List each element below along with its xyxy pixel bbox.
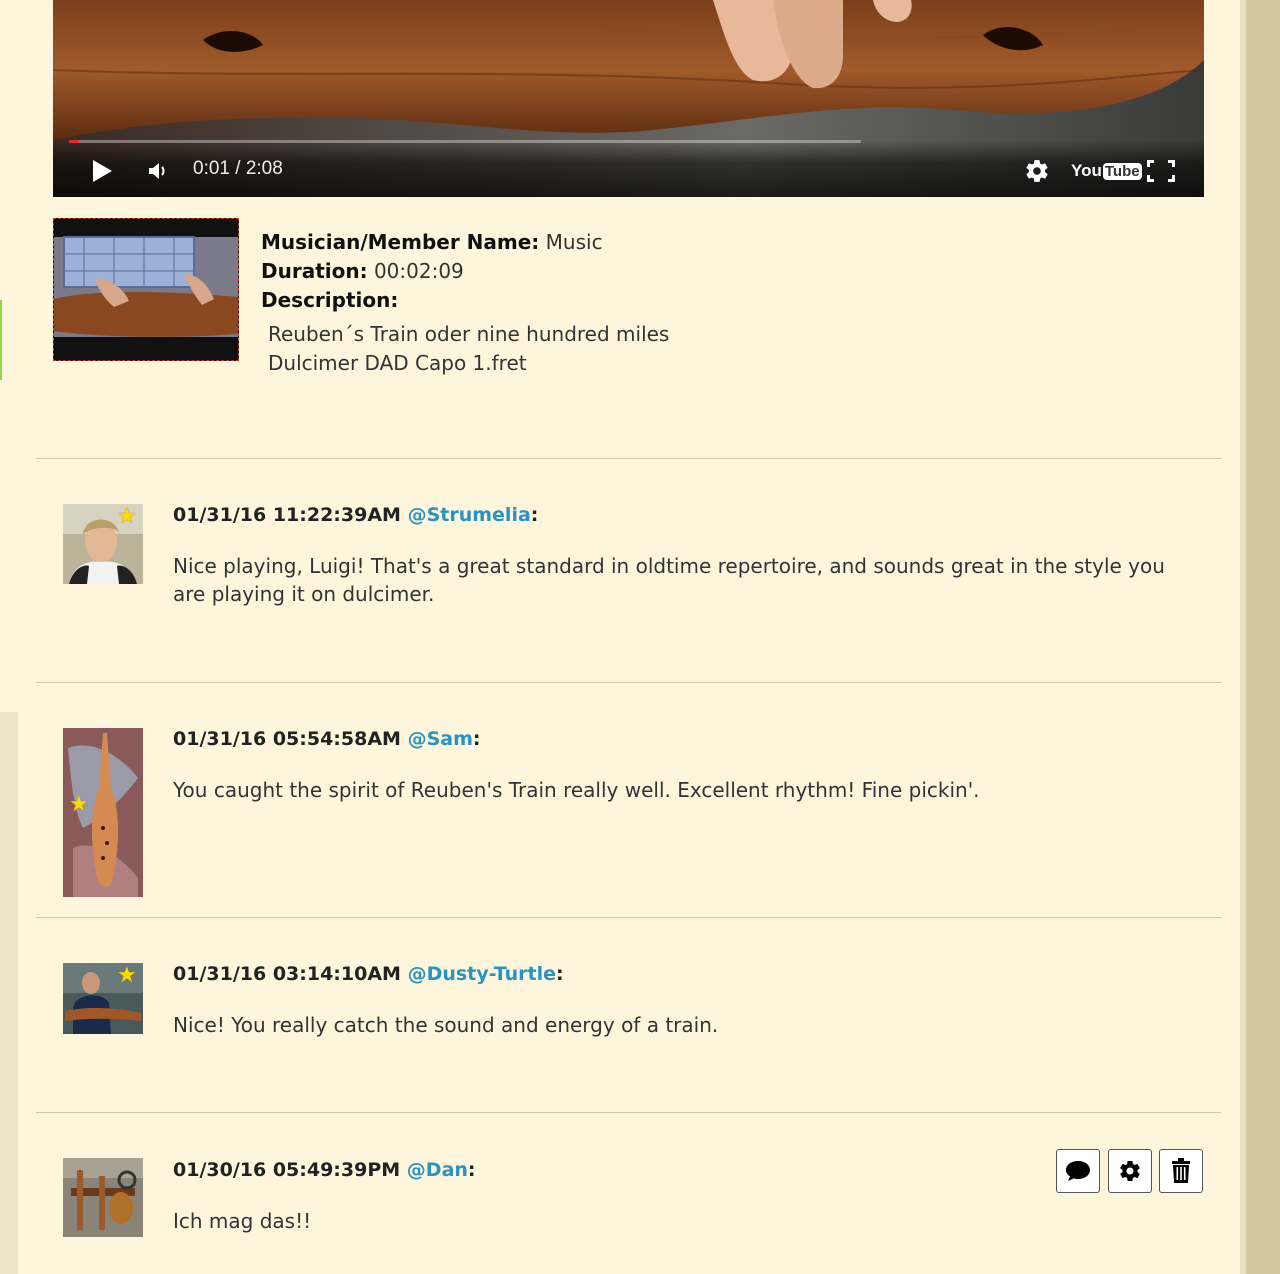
comment-settings-button[interactable]	[1108, 1149, 1152, 1193]
description-text: Reuben´s Train oder nine hundred miles D…	[268, 320, 669, 378]
delete-button[interactable]	[1159, 1149, 1203, 1193]
right-sidebar-edge	[1240, 0, 1246, 1274]
divider	[36, 917, 1221, 918]
description-row: Description:	[261, 286, 603, 315]
colon: :	[530, 504, 539, 526]
progress-bar[interactable]	[69, 140, 861, 143]
comment-username-link[interactable]: @Dan	[407, 1159, 468, 1181]
comment-text: Nice playing, Luigi! That's a great stan…	[173, 554, 1165, 606]
thumbnail-image	[54, 219, 238, 360]
fullscreen-icon	[1147, 160, 1175, 182]
colon: :	[467, 1159, 476, 1181]
colon: :	[556, 963, 564, 985]
right-sidebar-rail	[1240, 0, 1280, 1274]
description-line: Reuben´s Train oder nine hundred miles	[268, 322, 670, 346]
star-icon: ★	[69, 792, 89, 817]
reply-speech-bubble-icon	[1066, 1161, 1090, 1181]
colon: :	[472, 728, 481, 750]
left-accent-bar	[0, 300, 2, 380]
video-thumbnail[interactable]	[53, 218, 239, 361]
comment-header: 01/31/16 11:22:39AM @Strumelia:	[173, 504, 538, 526]
comment-username-link[interactable]: @Strumelia	[408, 504, 531, 526]
video-info: Musician/Member Name: Music Duration: 00…	[261, 228, 603, 315]
divider	[36, 1112, 1221, 1113]
comment-username-link[interactable]: @Sam	[408, 728, 473, 750]
youtube-logo[interactable]: You Tube	[1071, 160, 1142, 182]
play-icon	[93, 160, 112, 182]
time-display: 0:01 / 2:08	[193, 158, 283, 179]
member-name-value: Music	[545, 230, 603, 254]
avatar[interactable]	[63, 1158, 143, 1237]
star-icon: ★	[117, 504, 137, 529]
description-label: Description:	[261, 288, 399, 312]
duration-value: 00:02:09	[373, 259, 464, 283]
comment-timestamp: 01/31/16 05:54:58AM	[173, 728, 401, 750]
comment-header: 01/31/16 03:14:10AM @Dusty-Turtle:	[173, 963, 564, 985]
left-page-edge	[0, 712, 18, 1274]
play-button[interactable]	[89, 158, 115, 184]
divider	[36, 682, 1221, 683]
youtube-logo-tube: Tube	[1102, 162, 1142, 180]
volume-icon	[149, 163, 165, 179]
comment-timestamp: 01/31/16 11:22:39AM	[173, 504, 401, 526]
description-line: Dulcimer DAD Capo 1.fret	[268, 351, 527, 375]
trash-icon	[1172, 1158, 1190, 1183]
comment-username-link[interactable]: @Dusty-Turtle	[408, 963, 556, 985]
comment-timestamp: 01/30/16 05:49:39PM	[173, 1159, 401, 1181]
fullscreen-button[interactable]	[1145, 158, 1177, 184]
star-icon: ★	[117, 963, 137, 988]
comment-text: Ich mag das!!	[173, 1209, 312, 1233]
duration-row: Duration: 00:02:09	[261, 257, 603, 286]
avatar[interactable]: ★	[63, 728, 143, 897]
divider	[36, 458, 1221, 459]
reply-button[interactable]	[1056, 1149, 1100, 1193]
avatar[interactable]: ★	[63, 504, 143, 584]
comment-timestamp: 01/31/16 03:14:10AM	[173, 963, 401, 985]
settings-gear-icon	[1120, 1161, 1140, 1182]
volume-button[interactable]	[145, 158, 171, 184]
settings-gear-icon	[1026, 160, 1048, 182]
comment-text: You caught the spirit of Reuben's Train …	[173, 778, 980, 802]
progress-bar-fill	[69, 140, 79, 143]
avatar-image	[63, 1158, 143, 1237]
comment-header: 01/30/16 05:49:39PM @Dan:	[173, 1159, 476, 1181]
player-settings-button[interactable]	[1023, 157, 1051, 185]
member-name-label: Musician/Member Name:	[261, 230, 540, 254]
youtube-logo-you: You	[1071, 161, 1102, 180]
duration-label: Duration:	[261, 259, 368, 283]
video-player[interactable]: 0:01 / 2:08 You Tube	[53, 0, 1204, 197]
member-name-row: Musician/Member Name: Music	[261, 228, 603, 257]
comment-header: 01/31/16 05:54:58AM @Sam:	[173, 728, 481, 750]
comment-text: Nice! You really catch the sound and ene…	[173, 1013, 719, 1037]
avatar[interactable]: ★	[63, 963, 143, 1034]
